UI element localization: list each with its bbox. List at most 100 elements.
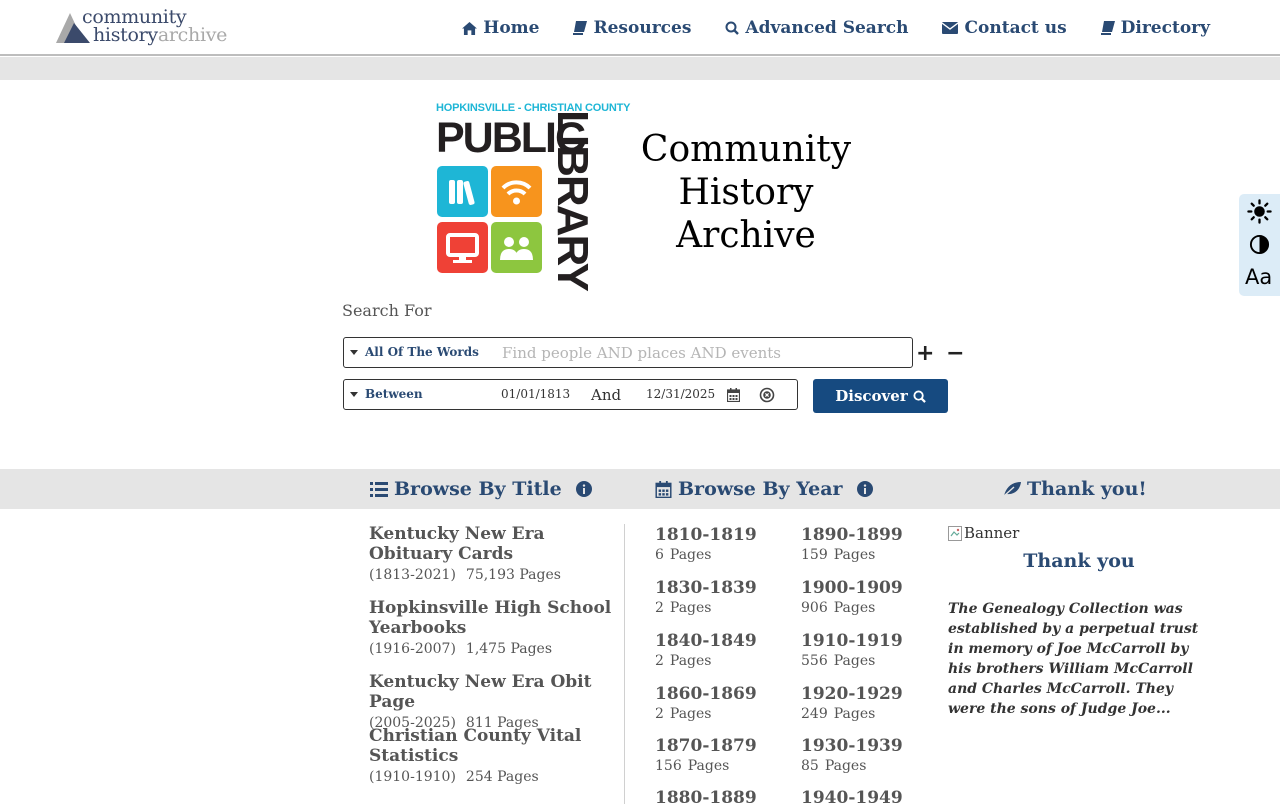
caret-down-icon (350, 391, 358, 397)
year-list-item[interactable]: 1810-1819 6 Pages (655, 525, 785, 563)
date-mode-dropdown[interactable]: Between (350, 387, 423, 401)
column-divider (624, 524, 625, 804)
site-logo[interactable]: community historyarchive (56, 6, 246, 50)
year-list-item[interactable]: 1860-1869 2 Pages (655, 684, 785, 722)
book-icon (573, 21, 588, 35)
contrast-icon[interactable] (1249, 234, 1270, 255)
year-meta: 556 Pages (801, 653, 876, 669)
keyword-search-row: All Of The Words (343, 337, 913, 368)
nav-directory[interactable]: Directory (1100, 18, 1210, 38)
year-range[interactable]: 1830-1839 (655, 578, 785, 598)
title-name[interactable]: Kentucky New Era Obit Page (369, 672, 619, 712)
info-icon[interactable] (856, 481, 873, 497)
year-range[interactable]: 1810-1819 (655, 525, 785, 545)
add-remove-row-controls: + − (916, 342, 965, 366)
library-logo-library-text: LIBRARY (548, 110, 597, 290)
site-logo-line2: historyarchive (93, 24, 228, 46)
nav-contact[interactable]: Contact us (942, 18, 1067, 38)
year-range[interactable]: 1870-1879 (655, 736, 785, 756)
year-meta: 159 Pages (801, 547, 876, 563)
search-input[interactable] (500, 342, 900, 364)
year-list-item[interactable]: 1930-1939 85 Pages (801, 736, 931, 774)
nav-home-label: Home (483, 18, 540, 38)
year-range[interactable]: 1900-1909 (801, 578, 931, 598)
year-range[interactable]: 1880-1889 (655, 788, 785, 808)
banner-alt-text: Banner (964, 524, 1020, 542)
date-mode-value: Between (365, 387, 423, 401)
title-meta: (1916-2007) 1,475 Pages (369, 641, 553, 657)
year-meta: 85 Pages (801, 758, 867, 774)
search-mode-value: All Of The Words (365, 345, 479, 359)
title-list-item[interactable]: Christian County Vital Statistics (1910-… (369, 726, 619, 785)
computer-tile-icon (437, 222, 488, 273)
search-mode-dropdown[interactable]: All Of The Words (350, 345, 479, 359)
nav-contact-label: Contact us (964, 18, 1067, 38)
date-range-row: Between 01/01/1813 And 12/31/2025 (343, 379, 798, 410)
library-logo: HOPKINSVILLE - CHRISTIAN COUNTY PUBLIC L… (436, 102, 630, 290)
nav-home[interactable]: Home (462, 18, 539, 38)
book-icon (1100, 21, 1115, 35)
remove-row-button[interactable]: − (946, 341, 964, 366)
year-range[interactable]: 1890-1899 (801, 525, 931, 545)
browse-by-title-label: Browse By Title (394, 478, 562, 500)
date-from-input[interactable]: 01/01/1813 (501, 387, 570, 401)
title-name[interactable]: Christian County Vital Statistics (369, 726, 619, 766)
year-range[interactable]: 1840-1849 (655, 631, 785, 651)
info-icon[interactable] (575, 481, 592, 497)
text-size-button[interactable]: Aa (1245, 265, 1272, 289)
title-list-item[interactable]: Kentucky New Era Obit Page (2005-2025) 81… (369, 672, 619, 731)
thank-you-text: The Genealogy Collection was established… (948, 601, 1199, 717)
thank-you-heading-label: Thank you! (1027, 478, 1147, 500)
caret-down-icon (350, 349, 358, 355)
people-tile-icon (491, 222, 542, 273)
top-navbar: community historyarchive Home Resources … (0, 0, 1280, 56)
title-meta: (1910-1910) 254 Pages (369, 769, 539, 785)
header-gray-band (0, 57, 1280, 80)
list-icon (370, 481, 388, 497)
main-nav: Home Resources Advanced Search Contact u… (462, 18, 1210, 38)
year-list-item[interactable]: 1910-1919 556 Pages (801, 631, 931, 669)
title-list-item[interactable]: Kentucky New Era Obituary Cards (1813-20… (369, 524, 619, 583)
year-meta: 6 Pages (655, 547, 712, 563)
year-list-item[interactable]: 1870-1879 156 Pages (655, 736, 785, 774)
search-icon (725, 21, 740, 35)
year-meta: 2 Pages (655, 600, 712, 616)
nav-resources[interactable]: Resources (573, 18, 691, 38)
thank-you-title: Thank you (1023, 550, 1135, 572)
year-list-item[interactable]: 1920-1929 249 Pages (801, 684, 931, 722)
year-list-item[interactable]: 1880-1889 (655, 788, 785, 808)
year-list-item[interactable]: 1890-1899 159 Pages (801, 525, 931, 563)
add-row-button[interactable]: + (916, 341, 934, 366)
year-range[interactable]: 1940-1949 (801, 788, 931, 808)
calendar-icon[interactable] (727, 388, 740, 402)
browse-by-title-heading: Browse By Title (370, 478, 592, 500)
discover-button-label: Discover (835, 387, 908, 405)
year-range[interactable]: 1910-1919 (801, 631, 931, 651)
year-list-item[interactable]: 1940-1949 (801, 788, 931, 808)
nav-advanced-search[interactable]: Advanced Search (725, 18, 908, 38)
home-icon (462, 21, 478, 35)
year-list-item[interactable]: 1900-1909 906 Pages (801, 578, 931, 616)
date-to-input[interactable]: 12/31/2025 (646, 387, 715, 401)
title-name[interactable]: Kentucky New Era Obituary Cards (369, 524, 619, 564)
sun-icon[interactable] (1247, 199, 1272, 224)
broken-image-icon (948, 525, 962, 541)
wifi-tile-icon (491, 166, 542, 217)
title-list-item[interactable]: Hopkinsville High School Yearbooks (1916… (369, 598, 619, 657)
year-range[interactable]: 1860-1869 (655, 684, 785, 704)
envelope-icon (942, 22, 959, 34)
year-list-item[interactable]: 1840-1849 2 Pages (655, 631, 785, 669)
search-for-label: Search For (342, 301, 432, 320)
title-name[interactable]: Hopkinsville High School Yearbooks (369, 598, 619, 638)
library-logo-top-text: HOPKINSVILLE - CHRISTIAN COUNTY (436, 102, 631, 114)
year-range[interactable]: 1930-1939 (801, 736, 931, 756)
clear-dates-icon[interactable] (759, 387, 775, 403)
year-list-item[interactable]: 1830-1839 2 Pages (655, 578, 785, 616)
nav-resources-label: Resources (593, 18, 692, 38)
leaf-icon (1003, 482, 1021, 497)
calendar-icon (655, 480, 672, 498)
discover-button[interactable]: Discover (813, 379, 948, 413)
year-range[interactable]: 1920-1929 (801, 684, 931, 704)
browse-by-year-heading: Browse By Year (655, 478, 873, 500)
year-meta: 906 Pages (801, 600, 876, 616)
